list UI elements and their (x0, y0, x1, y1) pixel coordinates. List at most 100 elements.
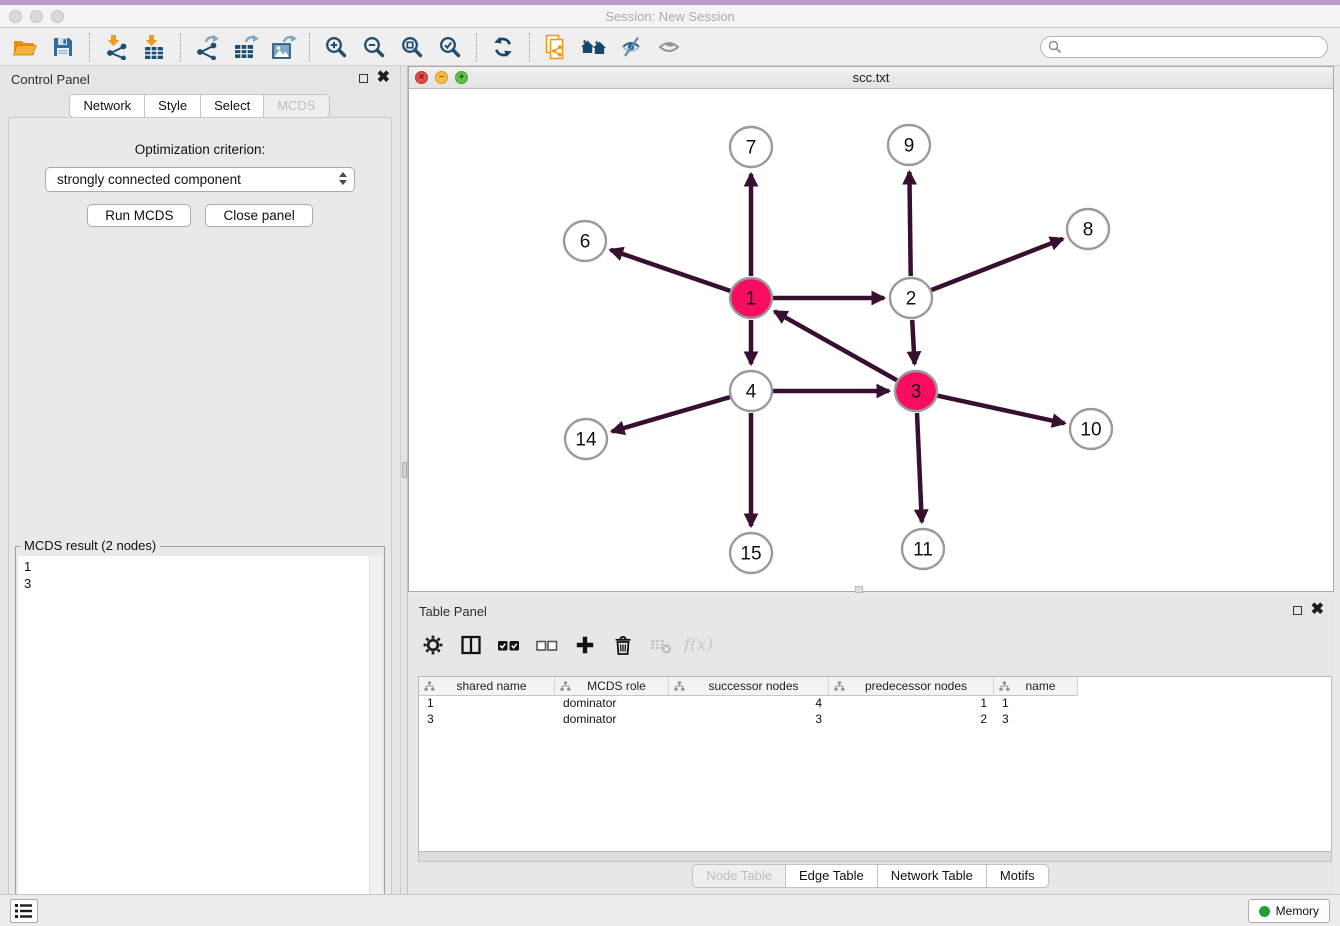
table-cell[interactable]: 4 (669, 696, 829, 712)
save-session-icon[interactable] (44, 31, 82, 63)
zoom-selected-icon[interactable] (431, 31, 469, 63)
unselect-all-columns-icon[interactable] (530, 628, 563, 662)
apply-layout-icon[interactable] (484, 31, 522, 63)
table-cell[interactable]: 3 (669, 712, 829, 728)
table-row[interactable]: 3dominator323 (419, 712, 1331, 728)
node-table[interactable]: shared nameMCDS rolesuccessor nodesprede… (418, 676, 1332, 852)
graph-edge-2-8[interactable] (932, 239, 1063, 290)
graph-edge-3-10[interactable] (938, 396, 1065, 424)
column-header-name[interactable]: name (994, 677, 1078, 696)
table-toolbar: f(x) (416, 624, 715, 666)
graph-node-10[interactable]: 10 (1070, 409, 1112, 449)
close-panel-icon[interactable]: ✖ (377, 72, 390, 84)
import-table-icon[interactable] (135, 31, 173, 63)
graph-edge-2-3[interactable] (912, 320, 914, 364)
graph-node-label: 10 (1080, 420, 1101, 441)
search-icon (1048, 40, 1062, 54)
table-row[interactable]: 1dominator411 (419, 696, 1331, 712)
create-column-icon[interactable] (568, 628, 601, 662)
delete-columns-icon[interactable] (606, 628, 639, 662)
task-history-button[interactable] (10, 899, 38, 923)
graph-node-3[interactable]: 3 (895, 371, 937, 411)
zoom-in-icon[interactable] (317, 31, 355, 63)
show-details-icon[interactable] (651, 31, 689, 63)
float-panel-icon[interactable] (359, 74, 368, 83)
graph-node-2[interactable]: 2 (890, 278, 932, 318)
open-session-icon[interactable] (6, 31, 44, 63)
float-table-panel-icon[interactable] (1293, 606, 1302, 615)
network-window-title: scc.txt (409, 70, 1333, 85)
graph-edge-1-6[interactable] (611, 250, 731, 291)
toolbar-separator (89, 33, 90, 61)
graph-edge-3-11[interactable] (917, 413, 922, 522)
splitter-handle[interactable] (402, 462, 407, 478)
graph-edge-4-14[interactable] (612, 397, 730, 431)
new-network-icon[interactable] (537, 31, 575, 63)
graph-node-11[interactable]: 11 (902, 529, 944, 569)
export-image-icon[interactable] (264, 31, 302, 63)
result-scrollbar[interactable] (369, 556, 382, 920)
table-panel-header: Table Panel ✖ (408, 598, 1334, 624)
export-network-icon[interactable] (188, 31, 226, 63)
network-window-titlebar[interactable]: × − + scc.txt (409, 67, 1333, 89)
tab-mcds[interactable]: MCDS (263, 94, 329, 118)
zoom-fit-icon[interactable] (393, 31, 431, 63)
table-panel-title: Table Panel (419, 604, 487, 619)
graph-node-4[interactable]: 4 (730, 371, 772, 411)
memory-button[interactable]: Memory (1248, 899, 1330, 923)
table-cell[interactable]: 1 (829, 696, 994, 712)
zoom-out-icon[interactable] (355, 31, 393, 63)
table-cell[interactable]: 2 (829, 712, 994, 728)
import-network-icon[interactable] (97, 31, 135, 63)
search-input[interactable] (1066, 38, 1327, 56)
toolbar-separator (309, 33, 310, 61)
first-neighbors-icon[interactable] (575, 31, 613, 63)
close-table-panel-icon[interactable]: ✖ (1311, 604, 1324, 616)
graph-node-8[interactable]: 8 (1067, 209, 1109, 249)
show-column-icon[interactable] (454, 628, 487, 662)
table-cell[interactable]: 3 (419, 712, 555, 728)
network-graph[interactable]: 7 9 6 8 1 2 4 3 14 10 15 11 (409, 89, 1333, 591)
column-header-predecessor-nodes[interactable]: predecessor nodes (829, 677, 994, 696)
session-title: Session: New Session (0, 9, 1340, 24)
vertical-splitter[interactable] (400, 66, 408, 894)
hide-details-icon[interactable] (613, 31, 651, 63)
tab-motifs[interactable]: Motifs (986, 864, 1049, 888)
graph-node-14[interactable]: 14 (565, 419, 607, 459)
export-table-icon[interactable] (226, 31, 264, 63)
tab-network[interactable]: Network (69, 94, 145, 118)
tab-edge-table[interactable]: Edge Table (785, 864, 878, 888)
horizontal-splitter-handle[interactable] (855, 586, 863, 593)
graph-edge-2-9[interactable] (909, 172, 910, 276)
tab-network-table[interactable]: Network Table (877, 864, 987, 888)
tab-style[interactable]: Style (144, 94, 201, 118)
graph-node-15[interactable]: 15 (730, 533, 772, 573)
mcds-tab-content: Optimization criterion: strongly connect… (8, 117, 392, 926)
column-header-successor-nodes[interactable]: successor nodes (669, 677, 829, 696)
table-cell[interactable]: 1 (419, 696, 555, 712)
close-panel-button[interactable]: Close panel (205, 204, 312, 227)
mcds-result-list[interactable]: 13 (18, 556, 369, 920)
graph-edge-3-1[interactable] (775, 311, 897, 380)
graph-node-label: 14 (575, 430, 597, 451)
toolbar-separator (476, 33, 477, 61)
table-cell[interactable]: 1 (994, 696, 1078, 712)
table-options-icon[interactable] (416, 628, 449, 662)
tab-select[interactable]: Select (200, 94, 264, 118)
list-icon (15, 904, 33, 918)
column-header-shared-name[interactable]: shared name (419, 677, 555, 696)
table-cell[interactable]: dominator (555, 696, 669, 712)
table-cell[interactable]: dominator (555, 712, 669, 728)
column-header-MCDS-role[interactable]: MCDS role (555, 677, 669, 696)
network-canvas[interactable]: 7 9 6 8 1 2 4 3 14 10 15 11 (409, 89, 1333, 591)
tab-node-table[interactable]: Node Table (692, 864, 786, 888)
optimization-criterion-select[interactable]: strongly connected component (45, 167, 355, 192)
search-box[interactable] (1040, 36, 1328, 58)
run-mcds-button[interactable]: Run MCDS (87, 204, 191, 227)
graph-node-7[interactable]: 7 (730, 127, 772, 167)
graph-node-9[interactable]: 9 (888, 125, 930, 165)
graph-node-1[interactable]: 1 (730, 278, 772, 318)
select-all-columns-icon[interactable] (492, 628, 525, 662)
table-cell[interactable]: 3 (994, 712, 1078, 728)
graph-node-6[interactable]: 6 (564, 221, 606, 261)
